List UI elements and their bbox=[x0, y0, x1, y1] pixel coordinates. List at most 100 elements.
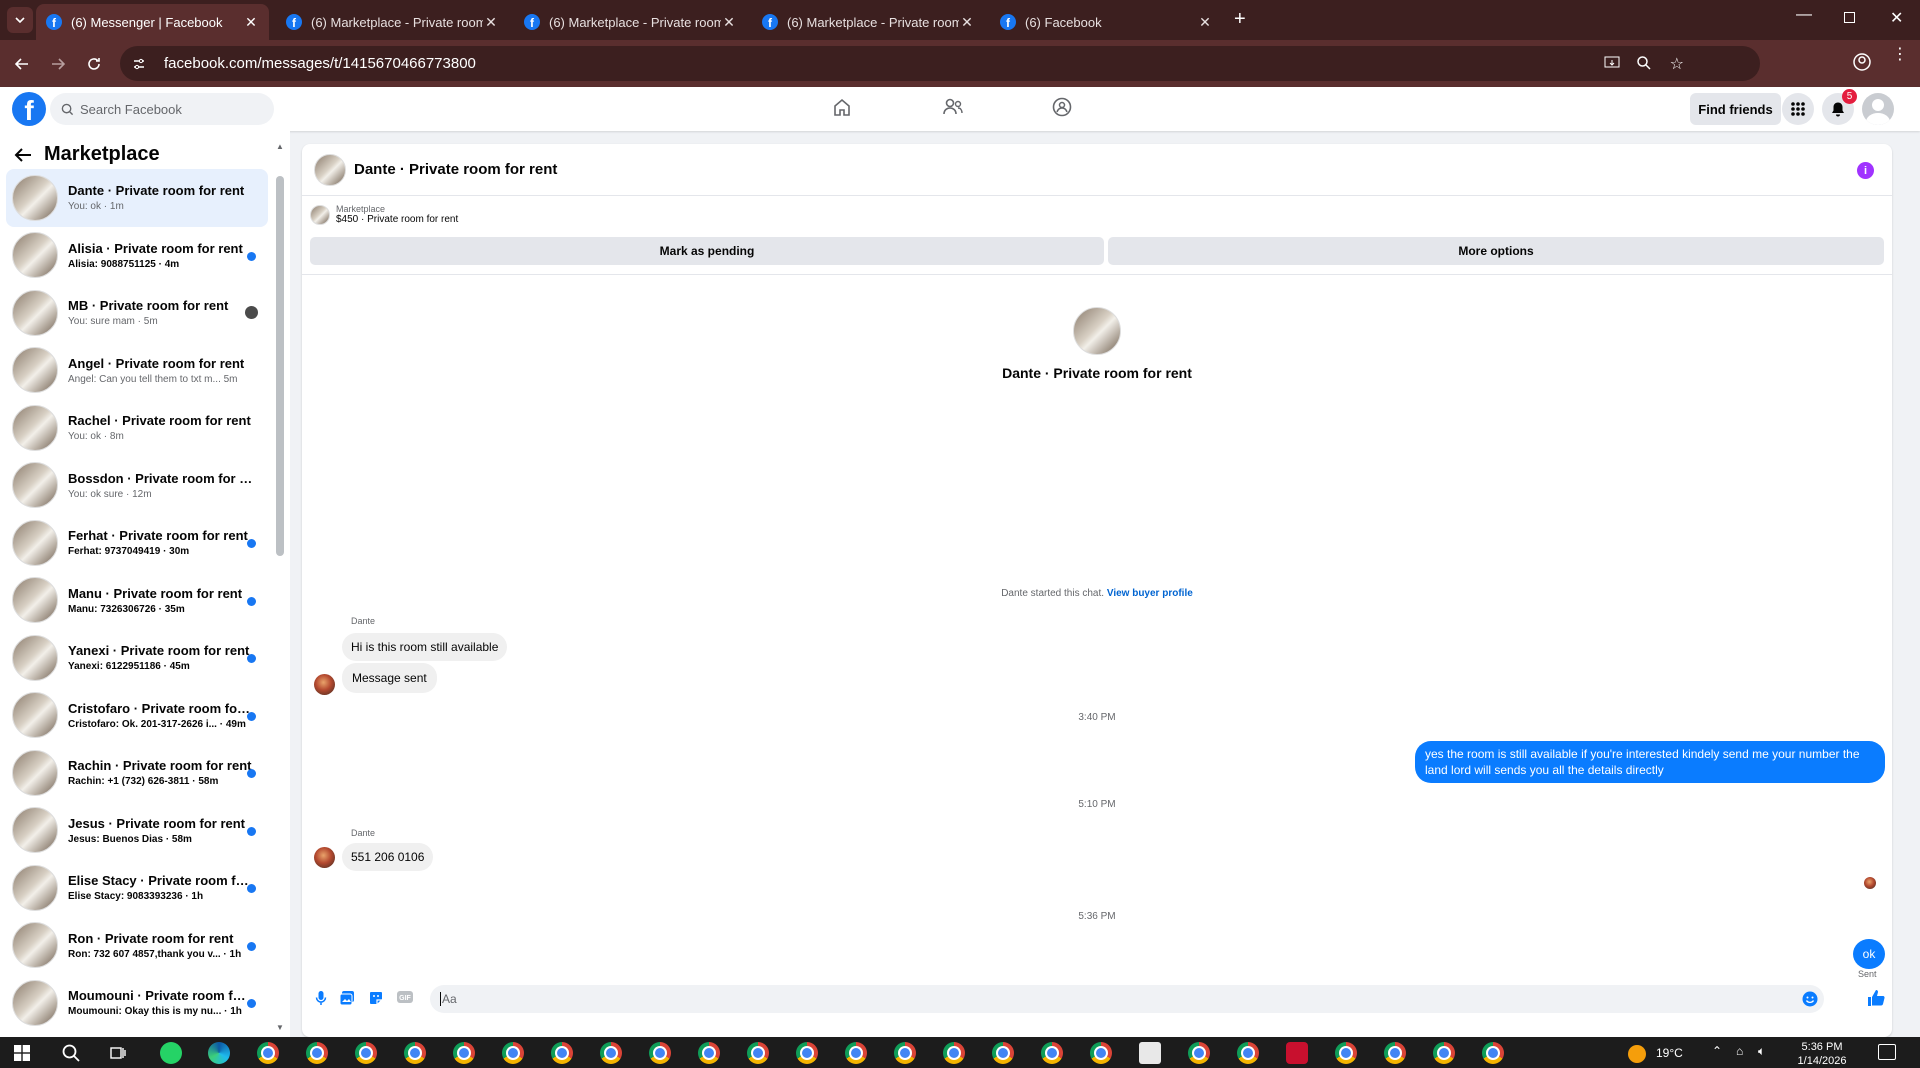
outgoing-message[interactable]: yes the room is still available if you'r… bbox=[1415, 741, 1885, 783]
site-info-icon[interactable] bbox=[132, 57, 146, 71]
chrome-icon[interactable] bbox=[1384, 1042, 1406, 1064]
search-input[interactable]: Search Facebook bbox=[50, 93, 274, 125]
chrome-icon[interactable] bbox=[796, 1042, 818, 1064]
browser-tab[interactable]: f (6) Messenger | Facebook ✕ bbox=[36, 4, 269, 40]
app-icon[interactable] bbox=[1286, 1042, 1308, 1064]
conversation-item[interactable]: Yanexi · Private room for rent Yanexi: 61… bbox=[6, 629, 268, 687]
whatsapp-icon[interactable] bbox=[160, 1042, 182, 1064]
chrome-icon[interactable] bbox=[845, 1042, 867, 1064]
scroll-down-icon[interactable]: ▼ bbox=[276, 1023, 284, 1032]
emoji-icon[interactable] bbox=[1802, 991, 1818, 1007]
browser-menu-icon[interactable]: ⋮ bbox=[1892, 47, 1908, 63]
gif-icon[interactable]: GIF bbox=[396, 990, 414, 1004]
microphone-icon[interactable] bbox=[315, 990, 327, 1006]
minimize-button[interactable]: — bbox=[1796, 6, 1812, 24]
conversation-item[interactable]: Rachel · Private room for rent You: ok · … bbox=[6, 399, 268, 457]
sticker-icon[interactable] bbox=[368, 990, 384, 1006]
task-view-icon[interactable] bbox=[110, 1045, 126, 1061]
profile-icon[interactable] bbox=[1852, 52, 1872, 72]
conversation-item[interactable]: Ferhat · Private room for rent Ferhat: 97… bbox=[6, 514, 268, 572]
chrome-icon[interactable] bbox=[1433, 1042, 1455, 1064]
close-tab-icon[interactable]: ✕ bbox=[243, 14, 259, 31]
chrome-icon[interactable] bbox=[649, 1042, 671, 1064]
tray-chevron-icon[interactable]: ⌃ bbox=[1712, 1044, 1722, 1058]
conversation-item[interactable]: Ron · Private room for rent Ron: 732 607 … bbox=[6, 917, 268, 975]
back-button[interactable] bbox=[4, 46, 40, 82]
reload-button[interactable] bbox=[76, 46, 112, 82]
sidebar-scrollbar[interactable] bbox=[276, 176, 284, 556]
chrome-icon[interactable] bbox=[698, 1042, 720, 1064]
chrome-icon[interactable] bbox=[600, 1042, 622, 1064]
groups-icon[interactable] bbox=[1052, 97, 1072, 117]
conversation-item[interactable]: Bossdon · Private room for rent You: ok s… bbox=[6, 457, 268, 515]
close-tab-icon[interactable]: ✕ bbox=[483, 14, 499, 31]
search-icon[interactable] bbox=[62, 1044, 80, 1062]
conversation-item[interactable]: Angel · Private room for rent Angel: Can … bbox=[6, 342, 268, 400]
chrome-icon[interactable] bbox=[551, 1042, 573, 1064]
notepad-icon[interactable] bbox=[1139, 1042, 1161, 1064]
address-bar[interactable]: facebook.com/messages/t/1415670466773800… bbox=[120, 46, 1760, 81]
browser-tab[interactable]: f (6) Marketplace - Private room ✕ bbox=[276, 4, 509, 40]
listing-summary[interactable]: Marketplace $450 · Private room for rent bbox=[310, 204, 458, 225]
volume-icon[interactable]: 🔈︎ bbox=[1758, 1044, 1765, 1059]
conversation-item[interactable]: Jesus · Private room for rent Jesus: Buen… bbox=[6, 802, 268, 860]
chrome-icon[interactable] bbox=[1482, 1042, 1504, 1064]
back-arrow-icon[interactable] bbox=[14, 147, 32, 163]
chrome-icon[interactable] bbox=[894, 1042, 916, 1064]
close-tab-icon[interactable]: ✕ bbox=[1197, 14, 1213, 31]
mark-as-pending-button[interactable]: Mark as pending bbox=[310, 237, 1104, 265]
chrome-icon[interactable] bbox=[355, 1042, 377, 1064]
sender-avatar[interactable] bbox=[314, 847, 335, 868]
outgoing-message[interactable]: ok bbox=[1853, 939, 1885, 969]
conversation-item[interactable]: Alisia · Private room for rent Alisia: 90… bbox=[6, 227, 268, 285]
chrome-icon[interactable] bbox=[1335, 1042, 1357, 1064]
forward-button[interactable] bbox=[40, 46, 76, 82]
weather-sun-icon[interactable] bbox=[1628, 1045, 1646, 1063]
account-avatar[interactable] bbox=[1862, 93, 1894, 125]
network-icon[interactable]: ⌂ bbox=[1736, 1044, 1743, 1058]
close-tab-icon[interactable]: ✕ bbox=[959, 14, 975, 31]
browser-tab[interactable]: f (6) Facebook ✕ bbox=[990, 4, 1223, 40]
conversation-item[interactable]: Dante · Private room for rent You: ok · 1… bbox=[6, 169, 268, 227]
sender-avatar[interactable] bbox=[314, 674, 335, 695]
new-tab-button[interactable]: + bbox=[1234, 8, 1246, 31]
chrome-icon[interactable] bbox=[943, 1042, 965, 1064]
tab-search-button[interactable] bbox=[0, 0, 40, 40]
photo-icon[interactable] bbox=[339, 990, 355, 1006]
edge-icon[interactable] bbox=[208, 1042, 230, 1064]
find-friends-button[interactable]: Find friends bbox=[1690, 93, 1781, 125]
chrome-icon[interactable] bbox=[992, 1042, 1014, 1064]
bookmark-star-icon[interactable]: ☆ bbox=[1670, 54, 1684, 74]
facebook-logo[interactable]: f bbox=[12, 92, 46, 126]
conversation-item[interactable]: Cristofaro · Private room for r... Cristo… bbox=[6, 687, 268, 745]
conversation-item[interactable]: Elise Stacy · Private room for r... Elise… bbox=[6, 859, 268, 917]
incoming-message[interactable]: Message sent bbox=[342, 663, 437, 693]
message-input[interactable]: Aa bbox=[430, 985, 1824, 1013]
zoom-icon[interactable] bbox=[1636, 55, 1652, 71]
chrome-icon[interactable] bbox=[747, 1042, 769, 1064]
conversation-item[interactable]: Manu · Private room for rent Manu: 732630… bbox=[6, 572, 268, 630]
chrome-icon[interactable] bbox=[404, 1042, 426, 1064]
chrome-icon[interactable] bbox=[1188, 1042, 1210, 1064]
conversation-item[interactable]: Rachin · Private room for rent Rachin: +1… bbox=[6, 744, 268, 802]
chrome-icon[interactable] bbox=[257, 1042, 279, 1064]
conversation-item[interactable]: MB · Private room for rent You: sure mam … bbox=[6, 284, 268, 342]
chat-title[interactable]: Dante · Private room for rent bbox=[354, 161, 557, 178]
listing-thumbnail[interactable] bbox=[314, 153, 346, 186]
chrome-icon[interactable] bbox=[502, 1042, 524, 1064]
friends-icon[interactable] bbox=[942, 97, 964, 117]
chrome-icon[interactable] bbox=[1041, 1042, 1063, 1064]
close-tab-icon[interactable]: ✕ bbox=[721, 14, 737, 31]
incoming-message[interactable]: 551 206 0106 bbox=[342, 843, 434, 871]
temperature-text[interactable]: 19°C bbox=[1656, 1046, 1683, 1060]
notifications-button[interactable]: 5 bbox=[1822, 89, 1857, 125]
info-icon[interactable]: i bbox=[1857, 162, 1874, 179]
maximize-button[interactable] bbox=[1844, 12, 1855, 23]
scroll-up-icon[interactable]: ▲ bbox=[276, 142, 284, 151]
chrome-icon[interactable] bbox=[1090, 1042, 1112, 1064]
install-app-icon[interactable] bbox=[1604, 55, 1620, 71]
conversation-item[interactable]: Moumouni · Private room for ... Moumouni:… bbox=[6, 974, 268, 1032]
browser-tab[interactable]: f (6) Marketplace - Private room ✕ bbox=[752, 4, 985, 40]
windows-start-icon[interactable] bbox=[14, 1045, 30, 1061]
browser-tab[interactable]: f (6) Marketplace - Private room ✕ bbox=[514, 4, 747, 40]
